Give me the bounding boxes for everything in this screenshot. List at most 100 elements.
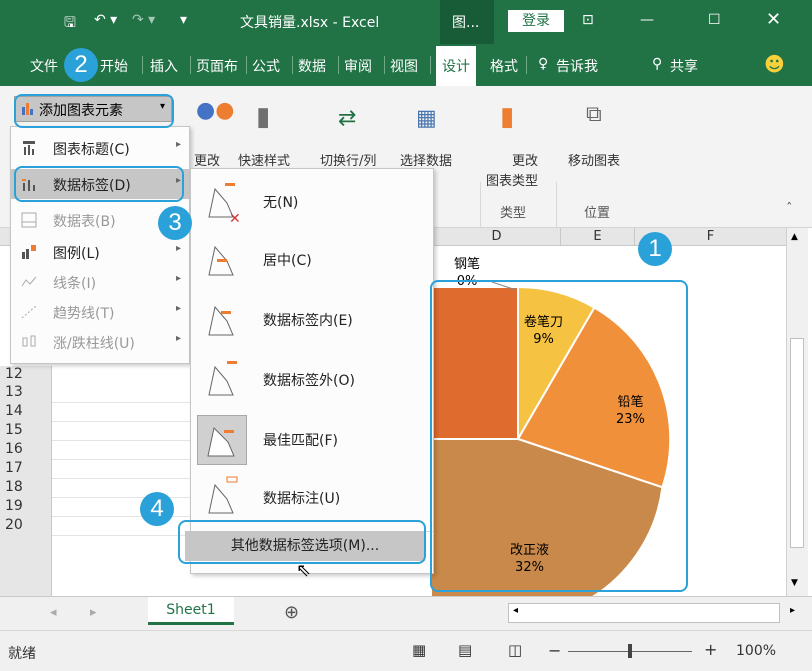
row-header[interactable]: 13 [0,383,52,402]
change-colors-button[interactable]: 更改 [194,150,220,169]
tab-page-layout[interactable]: 页面布 [196,56,238,76]
tab-design[interactable]: 设计 [436,46,476,86]
submenu-item-none[interactable]: ✕ 无(N) [191,173,433,231]
save-icon[interactable]: 🖫 [64,12,76,36]
new-sheet-icon[interactable]: ⊕ [284,602,299,623]
group-type-label: 类型 [500,206,527,221]
title-bar: 🖫 ↶ ▾ ↷ ▾ ▾ 文具销量.xlsx - Excel 图... 登录 ⊡ … [0,0,812,44]
zoom-slider-thumb[interactable] [628,644,632,658]
label-inside-end-icon [197,295,247,345]
redo-icon[interactable]: ↷ ▾ [132,12,155,28]
move-chart-icon: ⧉ [586,102,602,127]
tab-format[interactable]: 格式 [490,56,518,76]
submenu-item-data-callout[interactable]: 数据标注(U) [191,469,433,527]
row-header[interactable]: 19 [0,497,52,516]
data-table-icon [21,212,37,228]
sheet-tab-sheet1[interactable]: Sheet1 [148,597,234,625]
change-chart-type-label: 图表类型 [486,174,539,189]
prev-sheet-icon[interactable]: ◂ [50,605,57,620]
label-none-icon: ✕ [197,177,247,227]
tell-me-search[interactable]: 告诉我 [556,56,598,76]
tab-insert[interactable]: 插入 [150,56,178,76]
tab-view[interactable]: 视图 [390,56,418,76]
label-best-fit-icon [197,415,247,465]
close-icon[interactable]: ✕ [766,9,781,30]
row-header[interactable]: 20 [0,516,52,535]
status-bar: 就绪 ▦ ▤ ◫ − + 100% [0,630,812,671]
quick-styles-button[interactable]: 快速样式 [238,150,290,169]
zoom-in-icon[interactable]: + [704,640,717,659]
menu-item-up-down-bars[interactable]: 涨/跌柱线(U) ▸ [11,327,189,357]
select-data-button[interactable]: 选择数据 [400,150,452,169]
page-break-view-icon[interactable]: ◫ [508,641,522,659]
row-header[interactable]: 14 [0,402,52,421]
window-title: 文具销量.xlsx - Excel [240,15,380,31]
submenu-item-center[interactable]: 居中(C) [191,231,433,289]
up-down-bars-icon [21,334,37,350]
login-button[interactable]: 登录 [508,10,564,32]
row-header[interactable]: 16 [0,440,52,459]
step-badge-2: 2 [64,48,98,82]
lightbulb-icon: ♀ [538,56,549,72]
submenu-item-best-fit[interactable]: 最佳匹配(F) [191,411,433,469]
column-header-e[interactable]: E [560,228,634,246]
quick-styles-icon: ▮ [256,102,271,132]
step-badge-3: 3 [158,206,192,240]
share-button[interactable]: 共享 [670,56,698,76]
color-dots-icon: ●● [196,98,235,123]
move-chart-button[interactable]: 移动图表 [568,150,620,169]
tab-data[interactable]: 数据 [298,56,326,76]
menu-item-chart-title[interactable]: 图表标题(C) ▸ [11,133,189,163]
horizontal-scrollbar[interactable]: ◂ [508,603,780,623]
collapse-ribbon-icon[interactable]: ˆ [786,202,793,217]
row-header[interactable]: 15 [0,421,52,440]
scroll-down-icon[interactable]: ▼ [791,578,798,588]
switch-row-col-icon: ⇄ [338,106,357,131]
scroll-up-icon[interactable]: ▲ [791,232,798,242]
sheet-tab-bar: ◂ ▸ Sheet1 ⊕ ◂ ▸ [0,596,812,630]
submenu-item-outside-end[interactable]: 数据标签外(O) [191,351,433,409]
zoom-level[interactable]: 100% [736,643,776,659]
chart-title-icon [21,140,37,156]
tab-file[interactable]: 文件 [30,56,58,76]
scroll-thumb[interactable] [790,338,804,548]
submenu-item-inside-end[interactable]: 数据标签内(E) [191,291,433,349]
change-chart-type-icon: ▮ [500,102,515,132]
tab-review[interactable]: 审阅 [344,56,372,76]
row-header[interactable]: 17 [0,459,52,478]
step-badge-1: 1 [638,232,672,266]
change-chart-type-button[interactable]: 更改 [512,150,538,169]
label-center-icon [197,235,247,285]
scroll-right-icon[interactable]: ▸ [790,605,795,616]
menu-item-lines[interactable]: 线条(I) ▸ [11,267,189,297]
mouse-cursor-icon: ⇖ [296,560,312,581]
undo-icon[interactable]: ↶ ▾ [94,12,117,28]
maximize-icon[interactable]: ☐ [708,12,721,28]
row-header[interactable]: 12 [0,366,52,383]
menu-item-legend[interactable]: 图例(L) ▸ [11,237,189,267]
status-ready: 就绪 [8,646,36,662]
row-header[interactable]: 18 [0,478,52,497]
zoom-out-icon[interactable]: − [548,641,561,660]
row-header-blank [0,535,52,596]
tab-formulas[interactable]: 公式 [252,56,280,76]
tab-home[interactable]: 开始 [100,56,128,76]
label-callout-icon [197,473,247,523]
ribbon-tabs: 文件 开始 插入 页面布 公式 数据 审阅 视图 设计 格式 ♀ 告诉我 ⚲ 共… [0,44,812,86]
smiley-icon[interactable]: ☻ [764,52,785,76]
lines-icon [21,274,37,290]
normal-view-icon[interactable]: ▦ [412,641,426,659]
legend-icon [21,244,37,260]
next-sheet-icon[interactable]: ▸ [90,605,97,620]
switch-row-col-button[interactable]: 切换行/列 [320,150,376,169]
ribbon-display-icon[interactable]: ⊡ [582,12,594,28]
customize-toolbar-icon[interactable]: ▾ [180,12,187,28]
scroll-left-icon[interactable]: ◂ [513,605,518,616]
menu-item-trendline[interactable]: 趋势线(T) ▸ [11,297,189,327]
column-header-d[interactable]: D [432,228,560,246]
minimize-icon[interactable]: — [640,12,654,28]
vertical-scrollbar[interactable]: ▲ ▼ [786,228,808,596]
callout-add-element [14,94,174,128]
page-layout-view-icon[interactable]: ▤ [458,641,472,659]
callout-chart [430,280,688,592]
